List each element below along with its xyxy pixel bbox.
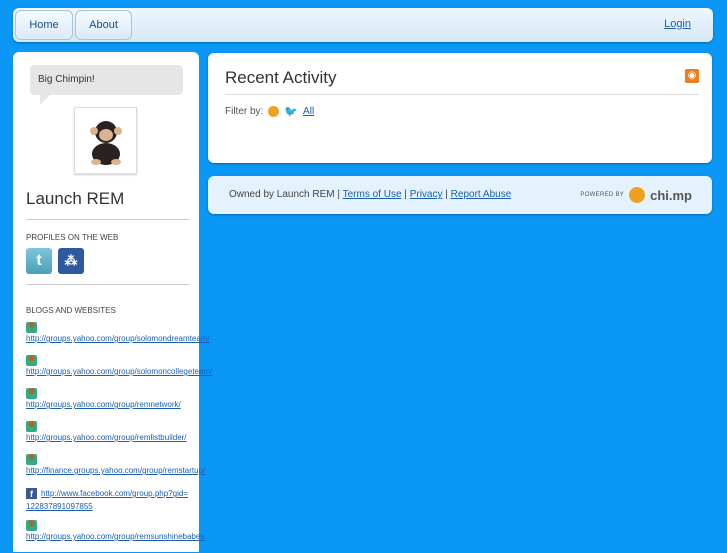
powered-by-label: POWERED BY bbox=[580, 192, 625, 198]
report-abuse-link[interactable]: Report Abuse bbox=[451, 189, 512, 200]
filter-all-link[interactable]: All bbox=[303, 106, 314, 117]
yahoo-groups-icon bbox=[26, 421, 37, 432]
blog-link[interactable]: http://finance.groups.yahoo.com/group/re… bbox=[26, 466, 205, 475]
rss-icon[interactable]: ◉ bbox=[685, 69, 699, 83]
login-link[interactable]: Login bbox=[664, 18, 691, 30]
powered-by[interactable]: POWERED BY chi.mp bbox=[580, 187, 692, 203]
home-button[interactable]: Home bbox=[15, 10, 73, 40]
list-item: http://finance.groups.yahoo.com/group/re… bbox=[26, 454, 266, 487]
filter-label: Filter by: bbox=[225, 106, 264, 117]
yahoo-groups-icon bbox=[26, 388, 37, 399]
profile-sidebar: Big Chimpin! Launch REM PROFILES ON THE … bbox=[13, 52, 212, 552]
blog-links-list: http://groups.yahoo.com/group/solomondre… bbox=[26, 322, 266, 553]
recent-activity-panel: Recent Activity ◉ Filter by: 🐦 All bbox=[208, 53, 712, 163]
blog-link[interactable]: http://groups.yahoo.com/group/remsunshin… bbox=[26, 532, 204, 541]
divider bbox=[225, 94, 699, 95]
yahoo-groups-icon bbox=[26, 454, 37, 465]
terms-link[interactable]: Terms of Use bbox=[343, 189, 402, 200]
recent-activity-title: Recent Activity bbox=[225, 68, 337, 87]
footer: Owned by Launch REM | Terms of Use | Pri… bbox=[208, 176, 712, 214]
chimp-filter-icon[interactable] bbox=[268, 106, 280, 117]
blog-link[interactable]: http://groups.yahoo.com/group/remnetwork… bbox=[26, 400, 181, 409]
divider bbox=[26, 284, 190, 285]
about-button[interactable]: About bbox=[75, 10, 132, 40]
chimp-logo-icon bbox=[629, 187, 646, 203]
brand-name: chi.mp bbox=[650, 187, 692, 203]
list-item: http://groups.yahoo.com/group/remlistbui… bbox=[26, 421, 266, 454]
yahoo-groups-icon bbox=[26, 322, 37, 333]
blog-link[interactable]: http://groups.yahoo.com/group/remlistbui… bbox=[26, 433, 187, 442]
profiles-heading: PROFILES ON THE WEB bbox=[26, 233, 119, 242]
top-nav-bar: Home About Login bbox=[13, 8, 713, 42]
blogs-heading: BLOGS AND WEBSITES bbox=[26, 306, 116, 315]
owner-text: Owned by Launch REM | bbox=[229, 189, 340, 200]
blog-link[interactable]: http://groups.yahoo.com/group/solomoncol… bbox=[26, 367, 212, 376]
twitter-icon[interactable]: t bbox=[26, 248, 52, 274]
blog-link[interactable]: http://groups.yahoo.com/group/solomondre… bbox=[26, 334, 210, 343]
blog-link[interactable]: http://www.facebook.com/group.php?gid=12… bbox=[26, 489, 188, 511]
separator: | bbox=[445, 189, 448, 200]
myspace-icon[interactable]: ⁂ bbox=[58, 248, 84, 274]
privacy-link[interactable]: Privacy bbox=[410, 189, 443, 200]
list-item: http://groups.yahoo.com/group/solomoncol… bbox=[26, 355, 266, 388]
divider bbox=[26, 219, 190, 220]
list-item: f http://www.facebook.com/group.php?gid=1… bbox=[26, 487, 191, 520]
list-item: http://groups.yahoo.com/group/remnetwork… bbox=[26, 388, 266, 421]
list-item: http://groups.yahoo.com/group/remsunshin… bbox=[26, 520, 266, 553]
activity-filter: Filter by: 🐦 All bbox=[225, 105, 314, 118]
twitter-filter-icon[interactable]: 🐦 bbox=[284, 105, 298, 118]
yahoo-groups-icon bbox=[26, 520, 37, 531]
avatar bbox=[74, 107, 137, 174]
facebook-icon: f bbox=[26, 488, 37, 500]
yahoo-groups-icon bbox=[26, 355, 37, 366]
profile-name: Launch REM bbox=[26, 189, 125, 208]
separator: | bbox=[404, 189, 407, 200]
list-item: http://groups.yahoo.com/group/solomondre… bbox=[26, 322, 266, 355]
status-bubble: Big Chimpin! bbox=[30, 65, 183, 105]
